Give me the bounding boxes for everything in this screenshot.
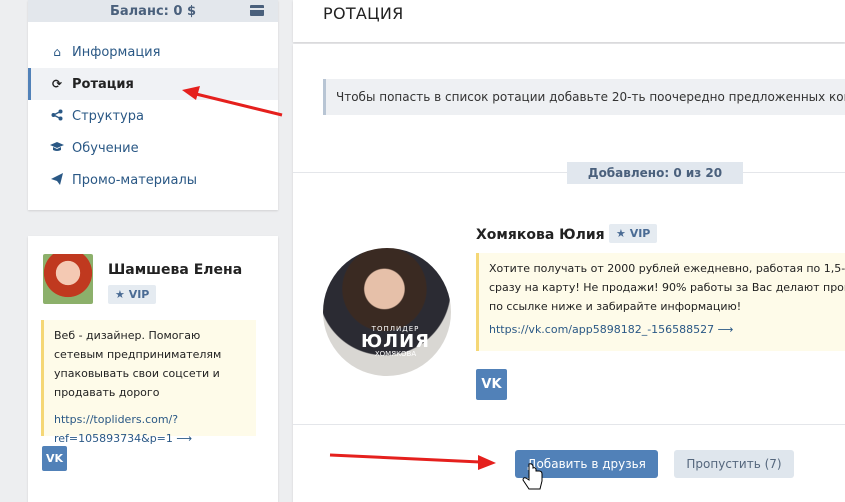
- avatar: [43, 254, 93, 304]
- vip-badge-label: VIP: [629, 227, 651, 240]
- candidate-description-line: по ссылке ниже и забирайте информацию!: [489, 300, 742, 313]
- sidebar-item-rotation[interactable]: ⟳ Ротация: [28, 68, 278, 100]
- sidebar-item-label: Структура: [72, 108, 144, 124]
- rotation-panel: Чтобы попасть в список ротации добавьте …: [293, 44, 845, 502]
- sidebar-item-info[interactable]: ⌂ Информация: [28, 36, 278, 68]
- sidebar-item-label: Информация: [72, 44, 161, 60]
- refresh-icon: ⟳: [51, 77, 63, 91]
- profile-description-text: Веб - дизайнер. Помогаю сетевым предприн…: [54, 329, 222, 399]
- credit-card-icon[interactable]: [250, 5, 264, 16]
- sidebar-item-label: Промо-материалы: [72, 172, 198, 188]
- vk-icon-label: VK: [45, 452, 64, 465]
- paper-plane-icon: [50, 172, 64, 188]
- profile-card: Шамшева Елена ★ VIP Веб - дизайнер. Помо…: [28, 236, 278, 502]
- sidebar-item-training[interactable]: Обучение: [28, 132, 278, 164]
- sidebar-item-structure[interactable]: Структура: [28, 100, 278, 132]
- vip-badge: ★ VIP: [108, 285, 157, 304]
- vk-icon[interactable]: VK: [476, 369, 507, 400]
- candidate-name: Хомякова Юлия: [476, 227, 605, 243]
- info-banner: Чтобы попасть в список ротации добавьте …: [323, 79, 845, 115]
- vip-badge: ★ VIP: [609, 224, 658, 243]
- profile-description: Веб - дизайнер. Помогаю сетевым предприн…: [41, 320, 256, 445]
- add-friend-button[interactable]: Добавить в друзья: [515, 450, 658, 478]
- avatar-caption-name: ЮЛИЯ: [361, 331, 431, 352]
- balance-label: Баланс: 0 $: [109, 3, 196, 19]
- sidebar-nav-card: Баланс: 0 $ ⌂ Информация ⟳ Ротация Струк…: [28, 0, 278, 210]
- vk-icon-label: VK: [481, 377, 502, 392]
- share-icon: [50, 109, 64, 124]
- divider: [293, 424, 845, 425]
- avatar-caption-surname: ХОМЯКОВА: [374, 350, 417, 358]
- profile-name: Шамшева Елена: [108, 262, 243, 278]
- sidebar-item-label: Обучение: [72, 140, 139, 156]
- sidebar-menu: ⌂ Информация ⟳ Ротация Структура Обучени…: [28, 22, 278, 196]
- page-title: РОТАЦИЯ: [323, 4, 404, 23]
- balance-bar: Баланс: 0 $: [28, 0, 278, 22]
- candidate-description-line: сразу на карту! Не продажи! 90% работы з…: [489, 281, 845, 294]
- vip-badge-label: VIP: [128, 288, 150, 301]
- graduation-cap-icon: [50, 141, 64, 156]
- page-header: РОТАЦИЯ: [293, 0, 845, 42]
- skip-button[interactable]: Пропустить (7): [674, 450, 794, 478]
- candidate-link[interactable]: https://vk.com/app5898182_-156588527 ⟶: [489, 320, 845, 339]
- vk-icon[interactable]: VK: [42, 446, 67, 471]
- added-counter: Добавлено: 0 из 20: [567, 162, 743, 184]
- candidate-description-line: Хотите получать от 2000 рублей ежедневно…: [489, 262, 845, 275]
- sidebar-item-label: Ротация: [72, 76, 134, 92]
- avatar-caption: ТОПЛИДЕР ЮЛИЯ ХОМЯКОВА: [361, 326, 430, 358]
- home-icon: ⌂: [53, 45, 61, 59]
- candidate-description: Хотите получать от 2000 рублей ежедневно…: [476, 253, 845, 351]
- profile-link[interactable]: https://topliders.com/?ref=105893734&p=1…: [54, 410, 250, 448]
- candidate-avatar: ТОПЛИДЕР ЮЛИЯ ХОМЯКОВА: [323, 248, 451, 376]
- sidebar-item-promo[interactable]: Промо-материалы: [28, 164, 278, 196]
